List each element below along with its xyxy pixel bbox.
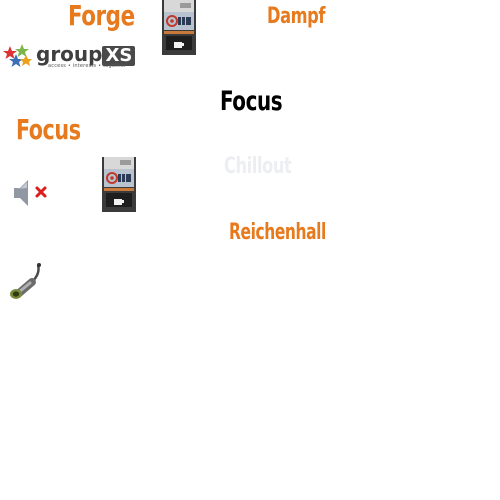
logo-tagline: access • interests • together <box>48 63 127 69</box>
speaker-muted-icon[interactable] <box>12 176 50 210</box>
coffee-machine-icon-2[interactable] <box>102 157 136 212</box>
groupxs-logo[interactable]: group XS access • interests • together <box>2 42 136 70</box>
coffee-machine-icon[interactable] <box>162 0 196 55</box>
label-forge[interactable]: Forge <box>68 2 135 30</box>
beer-tap-icon[interactable] <box>6 262 44 302</box>
people-star-icon <box>3 44 32 67</box>
label-dampf[interactable]: Dampf <box>267 6 325 28</box>
label-reichenhall[interactable]: Reichenhall <box>229 222 326 244</box>
label-focus-center[interactable]: Focus <box>220 88 283 115</box>
label-focus-left[interactable]: Focus <box>16 116 81 144</box>
label-chillout[interactable]: Chillout <box>224 156 292 178</box>
